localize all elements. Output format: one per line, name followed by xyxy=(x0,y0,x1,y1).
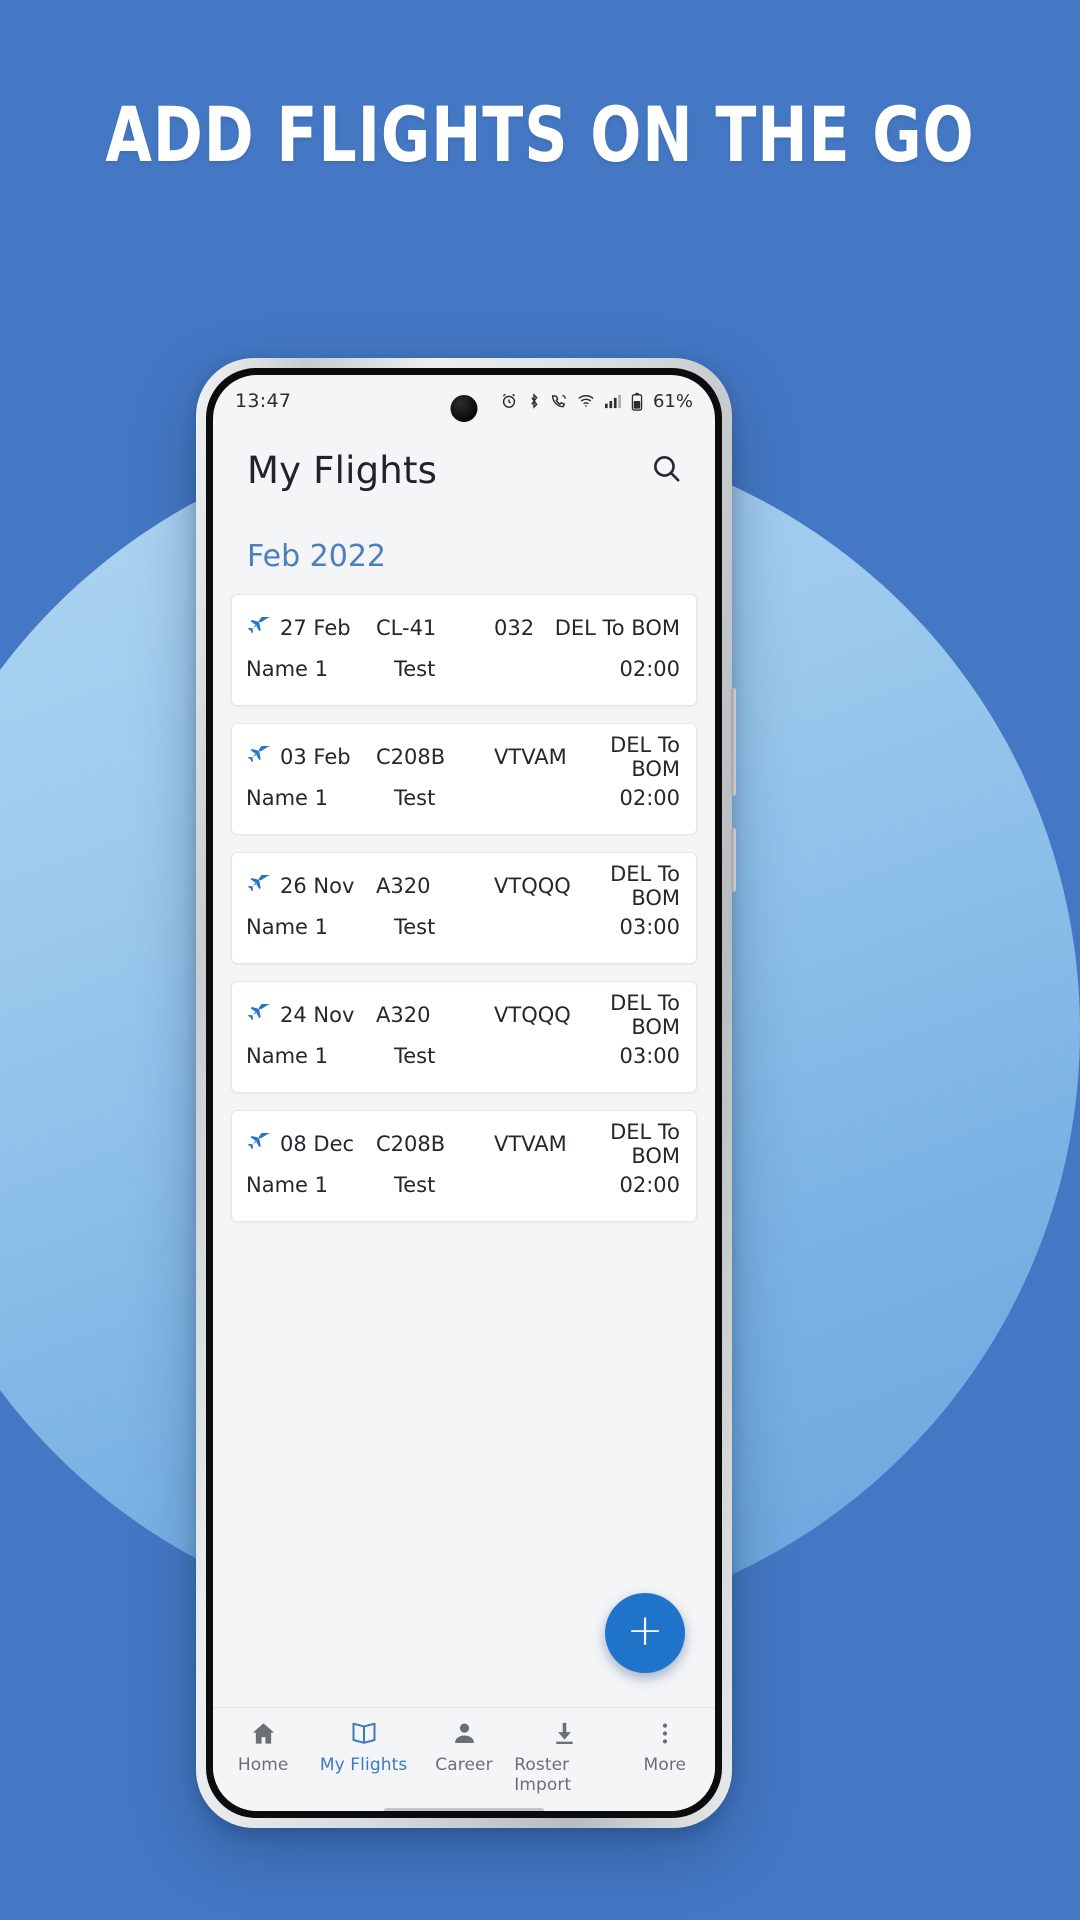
plus-icon: + xyxy=(626,1605,664,1656)
phone-device-frame: 13:47 61% My Flights Feb 2022 27 Feb CL-… xyxy=(196,358,736,1828)
phone-bezel: 13:47 61% My Flights Feb 2022 27 Feb CL-… xyxy=(206,368,722,1818)
flight-duration: 02:00 xyxy=(619,786,680,810)
aircraft-type: A320 xyxy=(376,1003,431,1027)
poster-headline: ADD FLIGHTS ON THE GO xyxy=(105,90,975,179)
flight-date: 27 Feb xyxy=(280,616,351,640)
signal-icon xyxy=(604,393,622,409)
nav-item-home[interactable]: Home xyxy=(213,1718,313,1775)
flight-note: Test xyxy=(394,1173,436,1197)
flight-note: Test xyxy=(394,1044,436,1068)
front-camera-punch-hole xyxy=(450,395,478,422)
bottom-navigation-bar: Home My Flights Career Roster Import Mor… xyxy=(213,1707,715,1811)
jet-plane-icon xyxy=(242,746,274,768)
nav-label: More xyxy=(643,1755,687,1775)
flight-date: 24 Nov xyxy=(280,1003,355,1027)
aircraft-type: C208B xyxy=(376,745,446,769)
add-flight-fab[interactable]: + xyxy=(605,1593,685,1673)
flight-row-secondary: Name 1 Test 03:00 xyxy=(242,905,680,949)
flight-route: DEL To BOM xyxy=(610,1120,680,1168)
crew-name: Name 1 xyxy=(246,1044,328,1068)
flight-row-secondary: Name 1 Test 03:00 xyxy=(242,1034,680,1078)
registration: VTQQQ xyxy=(494,874,571,898)
wifi-icon xyxy=(577,393,595,409)
flight-date: 03 Feb xyxy=(280,745,351,769)
home-icon xyxy=(250,1718,277,1748)
flight-row-secondary: Name 1 Test 02:00 xyxy=(242,647,680,691)
page-title: My Flights xyxy=(247,448,438,492)
flight-route: DEL To BOM xyxy=(610,991,680,1039)
registration: VTQQQ xyxy=(494,1003,571,1027)
flight-duration: 02:00 xyxy=(619,657,680,681)
flight-card[interactable]: 26 Nov A320 VTQQQ DEL To BOM Name 1 Test… xyxy=(231,852,697,964)
registration: VTVAM xyxy=(494,1132,567,1156)
nav-item-roster-import[interactable]: Roster Import xyxy=(514,1718,614,1795)
nav-label: Career xyxy=(435,1755,493,1775)
crew-name: Name 1 xyxy=(246,786,328,810)
dots-vertical-icon xyxy=(654,1718,676,1748)
month-section-label: Feb 2022 xyxy=(247,539,386,574)
app-header: My Flights xyxy=(213,427,715,513)
status-time: 13:47 xyxy=(235,390,292,412)
flight-row-primary: 27 Feb CL-41 032 DEL To BOM xyxy=(242,609,680,647)
book-icon xyxy=(350,1718,378,1748)
aircraft-type: C208B xyxy=(376,1132,446,1156)
battery-icon xyxy=(631,392,643,411)
flight-row-primary: 08 Dec C208B VTVAM DEL To BOM xyxy=(242,1120,680,1168)
jet-plane-icon xyxy=(242,875,274,897)
jet-plane-icon xyxy=(242,1133,274,1155)
nav-label: My Flights xyxy=(319,1755,408,1775)
flight-note: Test xyxy=(394,657,436,681)
flight-card[interactable]: 24 Nov A320 VTQQQ DEL To BOM Name 1 Test… xyxy=(231,981,697,1093)
jet-plane-icon xyxy=(242,617,274,639)
flight-row-primary: 26 Nov A320 VTQQQ DEL To BOM xyxy=(242,862,680,910)
battery-percent-label: 61% xyxy=(652,390,693,412)
nav-item-more[interactable]: More xyxy=(615,1718,715,1775)
power-button xyxy=(731,828,736,892)
nav-label: Roster Import xyxy=(514,1755,572,1795)
flight-duration: 02:00 xyxy=(619,1173,680,1197)
nav-item-my-flights[interactable]: My Flights xyxy=(313,1718,413,1775)
alarm-icon xyxy=(500,392,518,410)
registration: VTVAM xyxy=(494,745,567,769)
flight-row-primary: 24 Nov A320 VTQQQ DEL To BOM xyxy=(242,991,680,1039)
flight-route: DEL To BOM xyxy=(610,733,680,781)
flight-row-secondary: Name 1 Test 02:00 xyxy=(242,1163,680,1207)
crew-name: Name 1 xyxy=(246,657,328,681)
flight-duration: 03:00 xyxy=(619,1044,680,1068)
flight-row-primary: 03 Feb C208B VTVAM DEL To BOM xyxy=(242,733,680,781)
volume-button xyxy=(731,688,736,796)
flight-row-secondary: Name 1 Test 02:00 xyxy=(242,776,680,820)
flight-card[interactable]: 27 Feb CL-41 032 DEL To BOM Name 1 Test … xyxy=(231,594,697,706)
nav-item-career[interactable]: Career xyxy=(414,1718,514,1775)
nav-label: Home xyxy=(237,1755,289,1775)
flight-note: Test xyxy=(394,915,436,939)
search-icon[interactable] xyxy=(650,452,683,489)
phone-screen: 13:47 61% My Flights Feb 2022 27 Feb CL-… xyxy=(213,375,715,1811)
flight-route: DEL To BOM xyxy=(554,616,680,640)
flight-date: 08 Dec xyxy=(280,1132,355,1156)
flight-date: 26 Nov xyxy=(280,874,355,898)
flight-card[interactable]: 03 Feb C208B VTVAM DEL To BOM Name 1 Tes… xyxy=(231,723,697,835)
person-icon xyxy=(451,1718,478,1748)
jet-plane-icon xyxy=(242,1004,274,1026)
flight-route: DEL To BOM xyxy=(610,862,680,910)
flight-duration: 03:00 xyxy=(619,915,680,939)
aircraft-type: A320 xyxy=(376,874,431,898)
aircraft-type: CL-41 xyxy=(376,616,437,640)
status-icons-group: 61% xyxy=(500,391,693,412)
call-mute-icon xyxy=(550,392,568,410)
android-gesture-bar xyxy=(384,1808,544,1811)
download-icon xyxy=(551,1718,578,1748)
flight-list: 27 Feb CL-41 032 DEL To BOM Name 1 Test … xyxy=(213,588,715,1222)
flight-card[interactable]: 08 Dec C208B VTVAM DEL To BOM Name 1 Tes… xyxy=(231,1110,697,1222)
registration: 032 xyxy=(494,616,535,640)
flight-note: Test xyxy=(394,786,436,810)
crew-name: Name 1 xyxy=(246,915,328,939)
bluetooth-icon xyxy=(527,392,541,410)
status-bar: 13:47 61% xyxy=(213,375,715,427)
crew-name: Name 1 xyxy=(246,1173,328,1197)
